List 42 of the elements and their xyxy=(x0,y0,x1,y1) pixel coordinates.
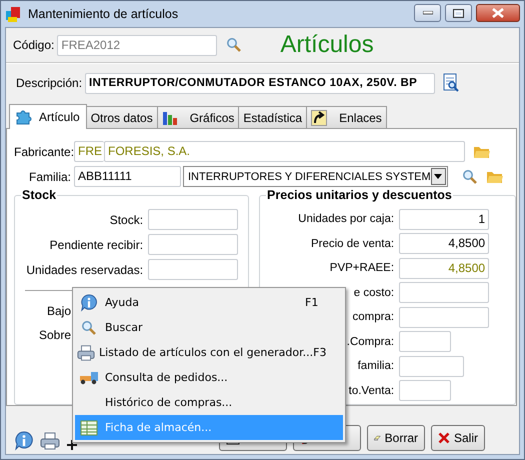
code-field[interactable]: FREA2012 xyxy=(57,34,218,56)
menu-item[interactable]: Histórico de compras... xyxy=(75,390,343,415)
form-heading: Artículos xyxy=(280,31,374,59)
field-label: Sobre xyxy=(38,328,71,342)
tab[interactable]: Otros datos xyxy=(86,106,158,128)
family-code-field[interactable]: ABB11111 xyxy=(74,166,181,187)
field-label: compra: xyxy=(352,311,394,324)
description-field[interactable]: INTERRUPTOR/CONMUTADOR ESTANCO 10AX, 250V. BP xyxy=(85,72,436,94)
field-label: Precio de venta: xyxy=(310,238,394,250)
field-label: Unidades por caja: xyxy=(297,213,394,226)
code-label: Código: xyxy=(13,38,54,52)
tab[interactable]: Gráficos xyxy=(156,106,240,128)
field-label: to.Venta: xyxy=(348,384,394,397)
menu-item[interactable]: Listado de artículos con el generador...F3 xyxy=(75,340,343,365)
toolbar-button[interactable]: Borrar xyxy=(367,425,425,451)
tab[interactable]: Estadística xyxy=(238,106,308,128)
group-title: Stock xyxy=(21,188,58,202)
family-label: Familia: xyxy=(28,170,71,184)
menu-item[interactable]: Consulta de pedidos... xyxy=(75,365,343,390)
field-label: familia: xyxy=(356,360,394,372)
field-label: .Compra: xyxy=(346,336,394,348)
description-label: Descripción: xyxy=(16,76,82,90)
manufacturer-label: Fabricante: xyxy=(14,144,71,158)
field-label: Bajo xyxy=(46,304,71,318)
field-label: e costo: xyxy=(352,286,394,299)
field-label: Pendiente recibir: xyxy=(50,238,144,252)
toolbar-button[interactable]: Salir xyxy=(431,425,485,451)
field-label: Unidades reservadas: xyxy=(26,262,144,276)
family-dropdown[interactable]: INTERRUPTORES Y DIFERENCIALES SYSTEM xyxy=(183,166,448,187)
price-field[interactable]: 1 xyxy=(399,208,490,230)
group-title: Precios unitarios y descuentos xyxy=(266,188,453,202)
menu-item[interactable]: Ayuda F1 xyxy=(75,290,343,315)
price-field[interactable]: 4,8500 xyxy=(399,233,490,254)
field-label: Stock: xyxy=(110,212,144,226)
window-title: Mantenimiento de artículos xyxy=(28,7,178,21)
manufacturer-code-field[interactable]: FRE xyxy=(74,141,104,162)
price-field[interactable]: 4,8500 xyxy=(399,258,490,279)
manufacturer-name-field[interactable]: FORESIS, S.A. xyxy=(104,141,465,162)
tab[interactable]: Enlaces xyxy=(306,106,387,128)
field-label: PVP+RAEE: xyxy=(328,262,394,274)
menu-item[interactable]: Buscar xyxy=(75,315,343,340)
tab[interactable]: Artículo xyxy=(9,104,87,129)
